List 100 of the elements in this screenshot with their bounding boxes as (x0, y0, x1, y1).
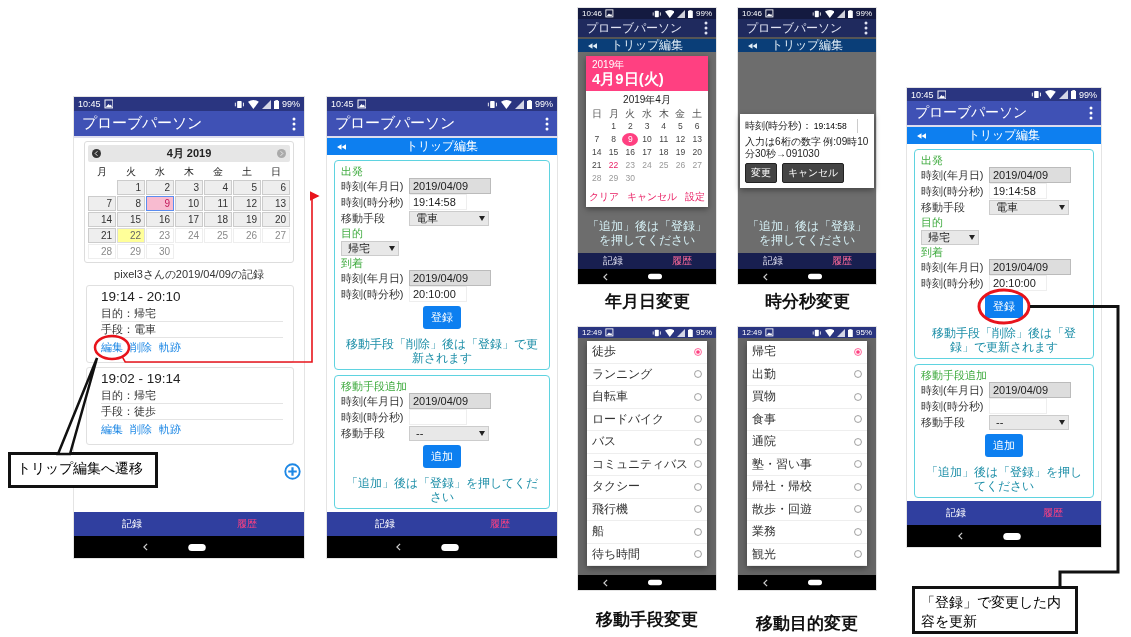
choice-option[interactable]: コミュニティバス (587, 453, 707, 476)
choice-option[interactable]: 観光 (747, 543, 867, 566)
calendar-day[interactable]: 22 (117, 228, 145, 243)
choice-option[interactable]: 食事 (747, 408, 867, 431)
choice-option[interactable]: ランニング (587, 363, 707, 386)
picker-day[interactable]: 10 (639, 133, 655, 146)
picker-day[interactable]: 7 (589, 133, 605, 146)
nav-tab[interactable]: 履歴 (647, 253, 716, 269)
calendar-day[interactable]: 21 (88, 228, 116, 243)
dialog-button[interactable]: 設定 (685, 190, 705, 204)
nav-tab[interactable]: 記録 (907, 501, 1004, 525)
text-field[interactable]: 19:14:58 (811, 119, 858, 133)
calendar-day[interactable]: 20 (262, 212, 290, 227)
choice-option[interactable]: 出勤 (747, 363, 867, 386)
calendar-day[interactable]: 19 (233, 212, 261, 227)
calendar-day[interactable]: 1 (117, 180, 145, 195)
nav-tab[interactable]: 記録 (738, 253, 807, 269)
dialog-button[interactable]: クリア (589, 190, 619, 204)
text-field[interactable]: 20:10:00 (989, 275, 1047, 291)
choice-option[interactable]: 自転車 (587, 386, 707, 409)
choice-option[interactable]: 通院 (747, 431, 867, 454)
picker-day[interactable]: 17 (639, 146, 655, 159)
app-title: プローブパーソン (335, 114, 456, 133)
calendar-day[interactable]: 16 (146, 212, 174, 227)
picker-day[interactable]: 3 (639, 120, 655, 133)
choice-option[interactable]: 散歩・回遊 (747, 498, 867, 521)
action-link[interactable]: 編集 (101, 341, 123, 354)
calendar-day[interactable]: 8 (117, 196, 145, 211)
choice-option[interactable]: 帰宅 (747, 341, 867, 364)
submit-button[interactable]: 追加 (423, 445, 461, 468)
picker-day[interactable]: 4 (655, 120, 672, 133)
choice-option[interactable]: バス (587, 431, 707, 454)
choice-option[interactable]: 徒歩 (587, 341, 707, 364)
choice-option[interactable]: 買物 (747, 386, 867, 409)
dropdown[interactable]: -- (409, 425, 489, 441)
picker-day[interactable]: 18 (655, 146, 672, 159)
choice-option[interactable]: 業務 (747, 521, 867, 544)
choice-option[interactable]: 船 (587, 521, 707, 544)
choice-option[interactable]: ロードバイク (587, 408, 707, 431)
choice-option[interactable]: 塾・習い事 (747, 453, 867, 476)
calendar-day[interactable]: 12 (233, 196, 261, 211)
picker-day[interactable]: 11 (655, 133, 672, 146)
picker-day[interactable]: 1 (605, 120, 622, 133)
nav-tab[interactable]: 記録 (327, 512, 442, 536)
dropdown[interactable]: 電車 (409, 210, 489, 226)
picker-day[interactable]: 12 (672, 133, 689, 146)
picker-day[interactable]: 20 (689, 146, 705, 159)
picker-day[interactable]: 22 (605, 159, 622, 172)
submit-button[interactable]: 登録 (423, 306, 461, 329)
section-heading: 到着 (341, 256, 364, 270)
calendar-day[interactable]: 15 (117, 212, 145, 227)
dropdown[interactable]: 帰宅 (921, 229, 979, 245)
dialog-button[interactable]: キャンセル (627, 190, 677, 204)
calendar-day[interactable]: 17 (175, 212, 203, 227)
choice-option[interactable]: タクシー (587, 476, 707, 499)
action-link[interactable]: 削除 (130, 341, 152, 354)
action-link[interactable]: 編集 (101, 423, 123, 436)
picker-day[interactable]: 8 (605, 133, 622, 146)
calendar-day[interactable]: 10 (175, 196, 203, 211)
option-label: 散歩・回遊 (752, 501, 812, 517)
submit-button[interactable]: 追加 (985, 434, 1023, 457)
action-link[interactable]: 軌跡 (159, 341, 181, 354)
picker-day[interactable]: 19 (672, 146, 689, 159)
choice-option[interactable]: 帰社・帰校 (747, 476, 867, 499)
calendar-day[interactable]: 9 (146, 196, 174, 211)
calendar-day[interactable]: 6 (262, 180, 290, 195)
nav-tab[interactable]: 履歴 (807, 253, 876, 269)
picker-day[interactable]: 2 (622, 120, 639, 133)
calendar-day[interactable]: 4 (204, 180, 232, 195)
calendar-day[interactable]: 11 (204, 196, 232, 211)
text-field[interactable]: 19:14:58 (409, 194, 467, 210)
dropdown[interactable]: 電車 (989, 199, 1069, 215)
choice-option[interactable]: 飛行機 (587, 498, 707, 521)
dropdown[interactable]: -- (989, 414, 1069, 430)
choice-option[interactable]: 待ち時間 (587, 543, 707, 566)
text-field[interactable]: 20:10:00 (409, 286, 467, 302)
calendar-day[interactable]: 3 (175, 180, 203, 195)
calendar-day[interactable]: 18 (204, 212, 232, 227)
action-link[interactable]: 削除 (130, 423, 152, 436)
calendar-day[interactable]: 13 (262, 196, 290, 211)
weekday-label: 金 (212, 165, 224, 179)
picker-day[interactable]: 21 (589, 159, 605, 172)
picker-day[interactable]: 5 (672, 120, 689, 133)
nav-tab[interactable]: 記録 (74, 512, 189, 536)
calendar-day[interactable]: 14 (88, 212, 116, 227)
picker-day[interactable]: 15 (605, 146, 622, 159)
text-field[interactable]: 19:14:58 (989, 183, 1047, 199)
action-link[interactable]: 軌跡 (159, 423, 181, 436)
nav-tab[interactable]: 記録 (578, 253, 647, 269)
picker-day[interactable]: 6 (689, 120, 705, 133)
calendar-day[interactable]: 7 (88, 196, 116, 211)
dialog-button[interactable]: 変更 (745, 163, 777, 183)
picker-day[interactable]: 16 (622, 146, 639, 159)
calendar-day[interactable]: 2 (146, 180, 174, 195)
picker-day[interactable]: 13 (689, 133, 705, 146)
calendar-day[interactable]: 5 (233, 180, 261, 195)
dropdown[interactable]: 帰宅 (341, 240, 399, 256)
picker-day[interactable]: 14 (589, 146, 605, 159)
dialog-button[interactable]: キャンセル (782, 163, 844, 183)
submit-button[interactable]: 登録 (985, 295, 1023, 318)
